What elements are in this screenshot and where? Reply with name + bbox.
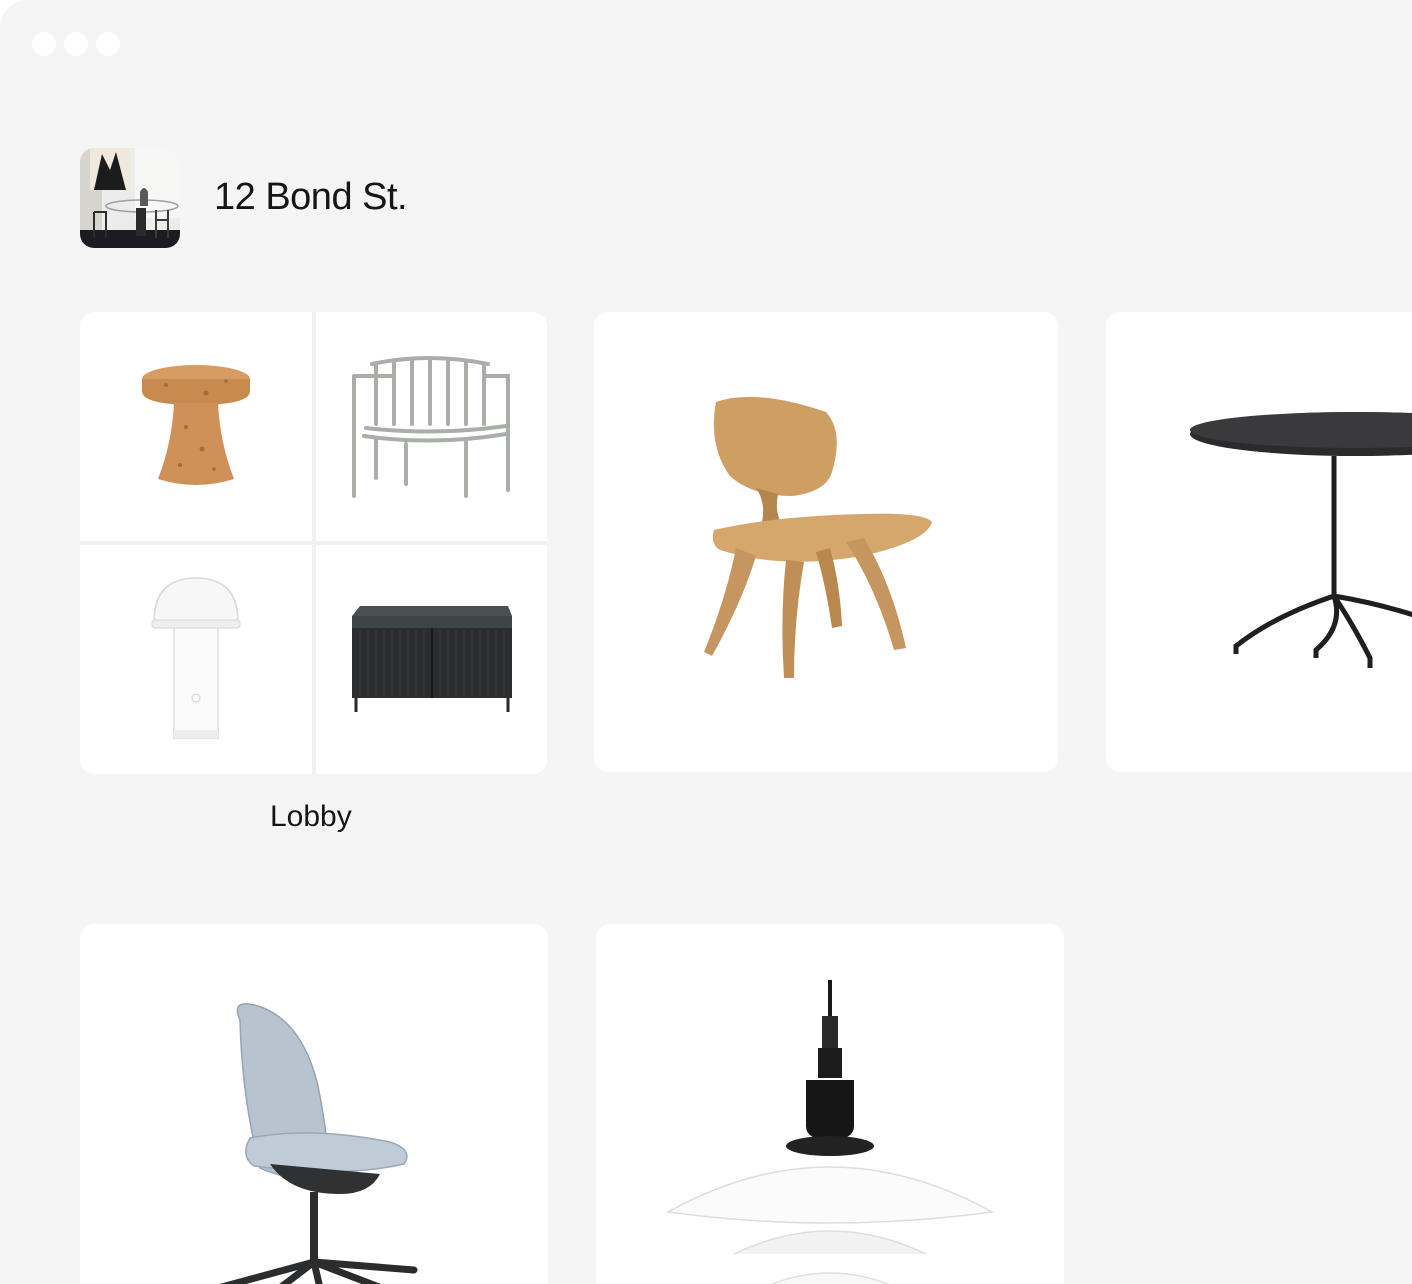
product-cell[interactable] xyxy=(80,545,312,774)
plywood-lounge-chair-icon xyxy=(704,396,932,678)
project-title: 12 Bond St. xyxy=(214,176,408,218)
product-card[interactable] xyxy=(80,924,548,1284)
close-dot[interactable] xyxy=(32,32,56,56)
collection-label[interactable]: Lobby xyxy=(270,800,352,834)
cork-stool-icon xyxy=(141,364,250,485)
collection-card-lobby[interactable] xyxy=(80,312,547,774)
sideboard-icon xyxy=(352,605,513,712)
product-card[interactable] xyxy=(596,924,1064,1284)
product-card[interactable] xyxy=(1106,312,1412,772)
project-thumbnail[interactable] xyxy=(80,148,180,248)
product-cell[interactable] xyxy=(80,312,312,541)
app-window: 12 Bond St. Lobby xyxy=(0,0,1412,1284)
zoom-dot[interactable] xyxy=(96,32,120,56)
product-card[interactable] xyxy=(594,312,1058,772)
product-cell[interactable] xyxy=(315,312,547,541)
interior-room-photo-icon xyxy=(80,148,180,248)
window-controls xyxy=(32,32,120,56)
pendant-lamp-icon xyxy=(665,980,995,1284)
lounge-chair-icon xyxy=(352,355,511,498)
product-cell[interactable] xyxy=(315,545,547,774)
round-bistro-table-icon xyxy=(1190,412,1412,668)
minimize-dot[interactable] xyxy=(64,32,88,56)
office-task-chair-icon xyxy=(219,1003,418,1284)
table-lamp-icon xyxy=(151,576,241,739)
